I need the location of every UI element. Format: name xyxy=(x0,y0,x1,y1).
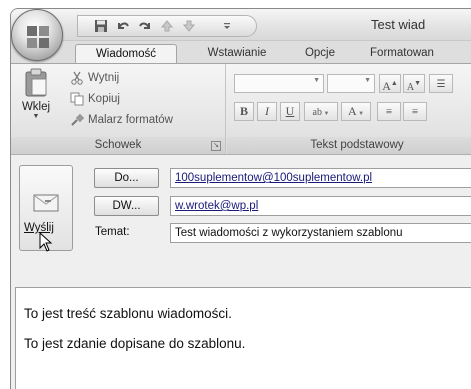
message-window: Test wiad Wiadomość Wstawianie Opcje For… xyxy=(10,8,471,389)
tab-insert[interactable]: Wstawianie xyxy=(195,44,279,63)
subject-label: Temat: xyxy=(95,226,130,238)
window-title: Test wiad xyxy=(371,17,426,32)
format-painter-label: Malarz formatów xyxy=(88,113,173,126)
outlook-message-window-screenshot: Test wiad Wiadomość Wstawianie Opcje For… xyxy=(0,0,471,389)
italic-button[interactable]: I xyxy=(257,102,277,121)
font-size-combobox[interactable]: ▼ xyxy=(327,74,375,93)
align-left-button[interactable]: ≡ xyxy=(377,102,401,121)
highlight-label: ab xyxy=(312,107,322,118)
chevron-down-icon: ▼ xyxy=(364,77,371,84)
to-button[interactable]: Do... xyxy=(94,168,159,188)
body-line-1: To jest treść szablonu wiadomości. xyxy=(24,306,232,321)
ribbon: Wklej ▼ Wytnij Kopiuj Malarz formatów Sc… xyxy=(11,63,471,155)
grow-font-label: A xyxy=(382,79,391,93)
cc-button[interactable]: DW... xyxy=(94,196,159,216)
office-logo-icon xyxy=(27,26,49,48)
align-center-button[interactable]: ≡ xyxy=(403,102,427,121)
cc-field[interactable]: w.wrotek@wp.pl xyxy=(170,196,471,216)
send-button[interactable]: Wyślij xyxy=(19,165,73,252)
highlight-button[interactable]: ab ▼ xyxy=(304,102,338,121)
undo-icon[interactable] xyxy=(114,18,132,34)
copy-label: Kopiuj xyxy=(88,92,120,105)
cc-button-ellipsis: ... xyxy=(130,200,141,212)
paste-button[interactable]: Wklej ▼ xyxy=(19,68,53,132)
bullets-button[interactable]: ☰ xyxy=(429,74,453,93)
quick-access-toolbar xyxy=(77,15,257,37)
font-name-combobox[interactable]: ▼ xyxy=(234,74,324,93)
save-icon[interactable] xyxy=(92,18,110,34)
paste-dropdown-icon: ▼ xyxy=(32,113,40,120)
clipboard-group: Wklej ▼ Wytnij Kopiuj Malarz formatów Sc… xyxy=(11,64,226,154)
subject-field[interactable]: Test wiadomości z wykorzystaniem szablon… xyxy=(170,223,471,243)
to-button-label: Do xyxy=(114,172,130,184)
to-button-ellipsis: ... xyxy=(129,172,139,184)
format-painter-button[interactable]: Malarz formatów xyxy=(69,112,173,127)
tab-options[interactable]: Opcje xyxy=(295,44,345,63)
ribbon-tabs: Wiadomość Wstawianie Opcje Formatowan xyxy=(11,41,471,63)
align-center-icon: ≡ xyxy=(411,106,419,118)
up-arrow-icon[interactable] xyxy=(158,18,176,34)
basic-text-group: ▼ ▼ A▲ A▼ ☰ B I U ab ▼ A ▼ ≡ ≡ Tekst pod… xyxy=(227,64,471,154)
mouse-cursor-icon xyxy=(39,232,53,252)
clipboard-dialog-launcher-icon[interactable]: ↘ xyxy=(211,141,221,151)
paste-label: Wklej xyxy=(21,101,51,113)
chevron-down-icon: ▼ xyxy=(356,111,365,117)
chevron-down-icon: ▼ xyxy=(322,111,330,117)
cut-button[interactable]: Wytnij xyxy=(69,70,119,85)
copy-button[interactable]: Kopiuj xyxy=(69,91,120,106)
grow-font-button[interactable]: A▲ xyxy=(379,74,401,93)
body-line-2: To jest zdanie dopisane do szablonu. xyxy=(24,336,246,351)
bullet-list-icon: ☰ xyxy=(436,79,446,90)
font-color-button[interactable]: A ▼ xyxy=(341,102,371,121)
cc-button-label: DW xyxy=(112,200,131,212)
title-bar: Test wiad xyxy=(11,9,471,41)
cut-label: Wytnij xyxy=(88,71,120,84)
basic-text-caption: Tekst podstawowy xyxy=(227,137,471,154)
align-left-icon: ≡ xyxy=(385,106,393,118)
font-color-label: A xyxy=(347,104,357,118)
to-field[interactable]: 100suplementow@100suplementow.pl xyxy=(170,168,471,188)
shrink-font-button[interactable]: A▼ xyxy=(403,74,425,93)
envelope-icon xyxy=(33,194,59,212)
office-button[interactable] xyxy=(11,9,63,61)
redo-icon[interactable] xyxy=(136,18,154,34)
scissors-icon xyxy=(69,70,84,85)
clipboard-caption: Schowek xyxy=(11,137,225,154)
chevron-down-icon: ▼ xyxy=(313,77,320,84)
message-body[interactable]: To jest treść szablonu wiadomości. To je… xyxy=(15,287,471,389)
tab-message[interactable]: Wiadomość xyxy=(75,44,177,63)
compose-area: Wyślij Do... 100suplementow@100suplement… xyxy=(11,155,471,389)
tab-format[interactable]: Formatowan xyxy=(357,44,447,63)
copy-icon xyxy=(69,91,84,106)
paste-icon xyxy=(25,68,47,97)
down-arrow-icon[interactable] xyxy=(180,18,198,34)
paintbrush-icon xyxy=(69,112,84,127)
customize-dropdown-icon[interactable] xyxy=(218,18,236,34)
underline-button[interactable]: U xyxy=(280,102,300,121)
bold-button[interactable]: B xyxy=(234,102,254,121)
